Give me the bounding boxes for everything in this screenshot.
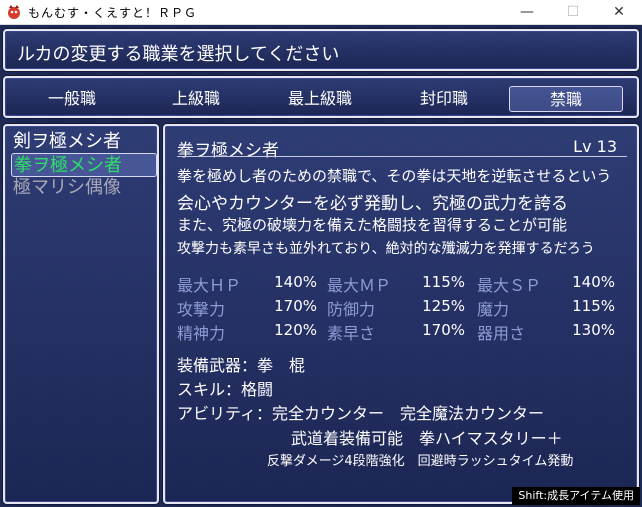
game-screen: ルカの変更する職業を選択してください 一般職 上級職 最上級職 封印職 禁職 剣… (0, 25, 642, 507)
stat-value-defense: 125% (422, 297, 465, 315)
stat-value-speed: 170% (422, 321, 465, 339)
stat-value-spirit: 120% (274, 321, 317, 339)
stat-value-max-hp: 140% (274, 273, 317, 291)
stat-value-max-sp: 140% (572, 273, 615, 291)
stat-label-dexterity: 器用さ (477, 324, 526, 343)
help-window: ルカの変更する職業を選択してください (3, 29, 639, 71)
description-line-1: 拳を極めし者のための禁職で、その拳は天地を逆転させるという (177, 167, 612, 185)
stat-label-max-sp: 最大ＳＰ (477, 276, 542, 295)
help-text: ルカの変更する職業を選択してください (17, 44, 340, 65)
stat-label-max-mp: 最大ＭＰ (327, 276, 392, 295)
stat-label-speed: 素早さ (327, 324, 376, 343)
minimize-button[interactable]: — (504, 0, 550, 25)
stat-value-dexterity: 130% (572, 321, 615, 339)
tab-master[interactable]: 最上級職 (263, 86, 377, 112)
window-title: もんむす・くえすと！ＲＰＧ (28, 5, 198, 20)
window-titlebar: もんむす・くえすと！ＲＰＧ — ☐ ✕ (0, 0, 642, 25)
job-item-sword-master[interactable]: 剣ヲ極メシ者 (11, 130, 157, 154)
abilities-line-1: アビリティ：完全カウンター 完全魔法カウンター (177, 404, 545, 423)
job-level: Lv 13 (573, 137, 617, 156)
job-item-fist-master[interactable]: 拳ヲ極メシ者 (11, 153, 157, 177)
shift-hint: Shift:成長アイテム使用 (512, 487, 640, 505)
job-item-ultimate-idol[interactable]: 極マリシ偶像 (11, 176, 157, 200)
maximize-button[interactable]: ☐ (550, 0, 596, 25)
job-name: 拳ヲ極メシ者 (177, 141, 279, 161)
stat-value-magic: 115% (572, 297, 615, 315)
stat-label-defense: 防御力 (327, 300, 376, 319)
stat-value-attack: 170% (274, 297, 317, 315)
stat-label-attack: 攻撃力 (177, 300, 226, 319)
description-line-2: 会心やカウンターを必ず発動し、究極の武力を誇る (177, 194, 568, 214)
job-category-tabs: 一般職 上級職 最上級職 封印職 禁職 (3, 76, 639, 118)
stat-value-max-mp: 115% (422, 273, 465, 291)
job-list: 剣ヲ極メシ者 拳ヲ極メシ者 極マリシ偶像 (3, 124, 159, 504)
description-line-3: また、究極の破壊力を備えた格闘技を習得することが可能 (177, 216, 568, 234)
tab-advanced[interactable]: 上級職 (139, 86, 253, 112)
app-icon (8, 5, 20, 19)
tab-general[interactable]: 一般職 (15, 86, 129, 112)
abilities-line-2: 武道着装備可能 拳ハイマスタリー＋ (291, 429, 563, 448)
skill-type: スキル：格闘 (177, 380, 274, 399)
divider (177, 156, 627, 157)
description-line-4: 攻撃力も素早さも並外れており、絶対的な殲滅力を発揮するだろう (177, 241, 595, 257)
stat-label-spirit: 精神力 (177, 324, 226, 343)
abilities-line-3: 反撃ダメージ4段階強化 回避時ラッシュタイム発動 (267, 454, 574, 469)
job-detail-window: 拳ヲ極メシ者 Lv 13 拳を極めし者のための禁職で、その拳は天地を逆転させると… (163, 124, 639, 504)
tab-forbidden[interactable]: 禁職 (509, 86, 623, 112)
stat-label-magic: 魔力 (477, 300, 510, 319)
equip-weapon: 装備武器：拳 棍 (177, 356, 306, 375)
close-button[interactable]: ✕ (596, 0, 642, 25)
tab-sealed[interactable]: 封印職 (387, 86, 501, 112)
stat-label-max-hp: 最大ＨＰ (177, 276, 242, 295)
